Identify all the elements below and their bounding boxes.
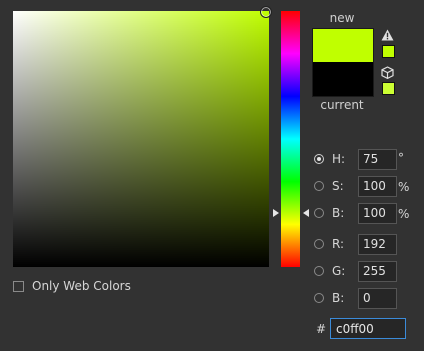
web-safe-cube-icon [381, 66, 394, 79]
web-safe-swatch[interactable] [382, 82, 395, 95]
radio-green[interactable] [314, 266, 324, 276]
brightness-input[interactable]: 100 [358, 203, 397, 224]
current-color-swatch[interactable] [312, 62, 374, 97]
color-field-cursor[interactable] [260, 6, 272, 18]
hex-input[interactable]: c0ff00 [330, 318, 406, 339]
hue-label: H: [332, 152, 346, 166]
saturation-label: S: [332, 179, 344, 193]
saturation-input[interactable]: 100 [358, 176, 397, 197]
only-web-colors-checkbox[interactable] [13, 281, 24, 292]
hue-input[interactable]: 75 [358, 149, 397, 170]
radio-brightness[interactable] [314, 208, 324, 218]
hue-slider[interactable] [281, 11, 300, 267]
saturation-unit: % [398, 180, 410, 194]
radio-saturation[interactable] [314, 181, 324, 191]
radio-blue[interactable] [314, 293, 324, 303]
radio-red[interactable] [314, 239, 324, 249]
new-label: new [329, 11, 355, 25]
green-input[interactable]: 255 [358, 261, 397, 282]
green-label: G: [332, 264, 346, 278]
brightness-unit: % [398, 207, 410, 221]
brightness-label: B: [332, 206, 345, 220]
color-field[interactable] [13, 11, 269, 267]
hue-slider-left-arrow-icon[interactable] [273, 209, 279, 217]
red-label: R: [332, 237, 345, 251]
new-color-swatch [312, 28, 374, 62]
gamut-warning-swatch[interactable] [382, 45, 395, 58]
red-input[interactable]: 192 [358, 234, 397, 255]
current-label: current [320, 98, 364, 112]
hex-prefix: # [316, 322, 327, 336]
blue-label: B: [332, 291, 345, 305]
blue-input[interactable]: 0 [358, 288, 397, 309]
hue-unit: ° [398, 151, 404, 165]
only-web-colors-label[interactable]: Only Web Colors [32, 279, 131, 293]
radio-hue[interactable] [314, 154, 324, 164]
gamut-warning-icon [381, 29, 394, 41]
hue-slider-right-arrow-icon[interactable] [303, 209, 309, 217]
